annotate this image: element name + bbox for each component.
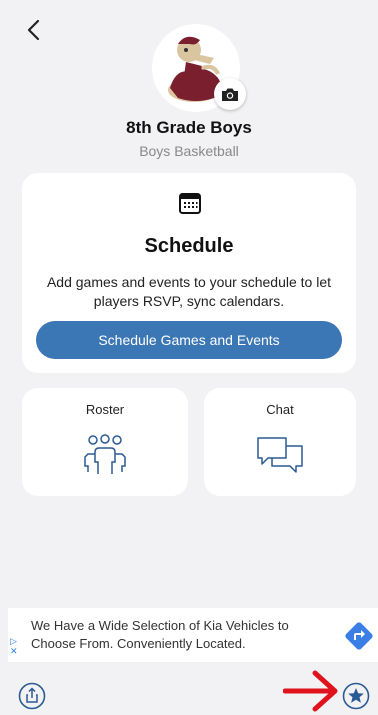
camera-icon [222, 88, 238, 101]
ad-choices-icon[interactable]: ▷ ✕ [10, 636, 18, 656]
schedule-card: Schedule Add games and events to your sc… [22, 173, 356, 373]
share-icon [18, 682, 46, 710]
team-name: 8th Grade Boys [126, 118, 252, 137]
chat-label: Chat [266, 402, 294, 417]
back-button[interactable] [20, 16, 46, 44]
red-arrow-icon [283, 670, 338, 712]
ad-text: We Have a Wide Selection of Kia Vehicles… [31, 618, 289, 651]
calendar-icon [179, 193, 201, 214]
team-sport: Boys Basketball [139, 143, 239, 159]
roster-tile[interactable]: Roster [22, 388, 188, 496]
star-icon [342, 682, 370, 710]
chat-bubbles-icon [257, 437, 303, 473]
share-button[interactable] [18, 682, 46, 710]
schedule-description: Add games and events to your schedule to… [46, 274, 332, 309]
roster-label: Roster [85, 402, 125, 417]
team-avatar-wrapper [152, 24, 246, 112]
chat-tile[interactable]: Chat [204, 388, 356, 496]
group-icon [84, 434, 126, 474]
schedule-title: Schedule [144, 235, 234, 257]
directions-icon[interactable] [344, 621, 374, 651]
chevron-left-icon [27, 19, 40, 41]
favorite-button[interactable] [342, 682, 370, 710]
ad-banner[interactable]: ▷ ✕ We Have a Wide Selection of Kia Vehic… [8, 608, 378, 662]
camera-button[interactable] [214, 78, 246, 110]
schedule-games-button[interactable]: Schedule Games and Events [36, 321, 342, 359]
